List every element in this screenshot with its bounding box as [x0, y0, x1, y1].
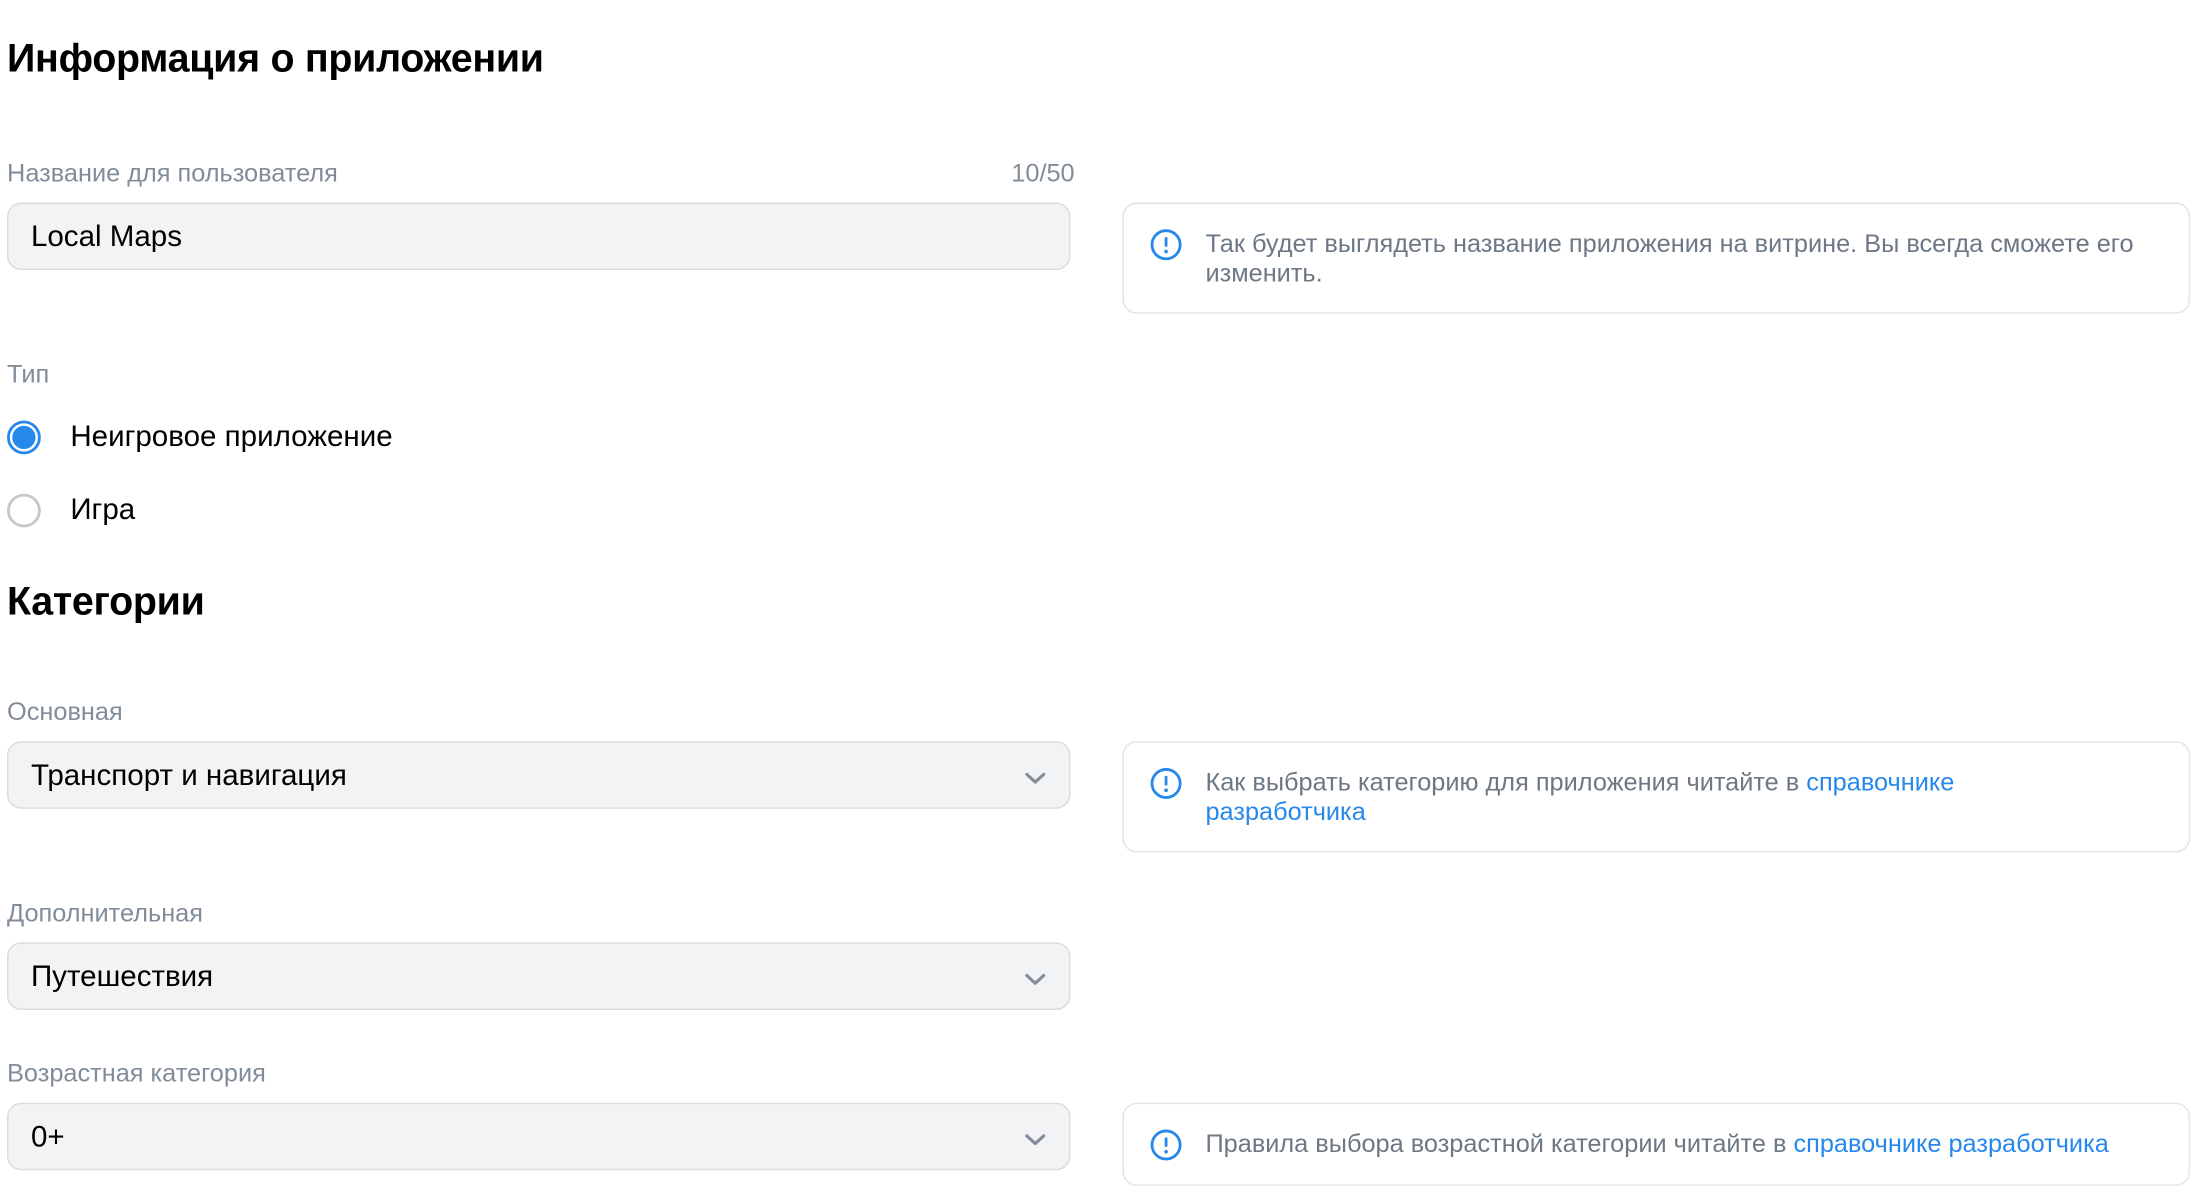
info-circle-icon — [1150, 1129, 1182, 1161]
name-field-label: Название для пользователя — [7, 158, 338, 188]
name-hint-text: Так будет выглядеть название приложения … — [1205, 229, 2134, 287]
age-category-value: 0+ — [30, 1121, 65, 1154]
radio-label-non-game: Неигровое приложение — [70, 420, 393, 453]
chevron-down-icon — [1025, 772, 1046, 784]
primary-category-select[interactable]: Транспорт и навигация — [7, 741, 1071, 809]
secondary-category-value: Путешествия — [30, 960, 214, 994]
primary-category-label: Основная — [7, 697, 123, 726]
name-char-counter: 10/50 — [1011, 158, 1075, 188]
age-category-select[interactable]: 0+ — [7, 1102, 1071, 1171]
radio-game[interactable]: Игра — [7, 493, 136, 528]
developer-guide-link[interactable]: справочнике разработчика — [1793, 1129, 2108, 1157]
secondary-category-select[interactable]: Путешествия — [7, 942, 1071, 1010]
name-hint-box: Так будет выглядеть название приложения … — [1122, 202, 2191, 314]
category-hint-text: Как выбрать категорию для приложения чит… — [1205, 768, 2033, 827]
type-label: Тип — [7, 360, 50, 389]
category-hint-text-plain: Как выбрать категорию для приложения чит… — [1205, 768, 1807, 797]
age-category-label: Возрастная категория — [7, 1059, 266, 1088]
radio-label-game: Игра — [70, 493, 136, 527]
primary-category-value: Транспорт и навигация — [30, 759, 347, 792]
radio-checked-icon — [7, 420, 41, 455]
radio-non-game-app[interactable]: Неигровое приложение — [7, 420, 393, 455]
section-title-app-info: Информация о приложении — [7, 36, 544, 81]
age-hint-text: Правила выбора возрастной категории чита… — [1205, 1129, 2174, 1159]
chevron-down-icon — [1025, 973, 1046, 985]
info-circle-icon — [1150, 768, 1182, 799]
radio-unchecked-icon — [7, 493, 41, 528]
app-name-value: Local Maps — [30, 220, 183, 254]
secondary-category-label: Дополнительная — [7, 898, 203, 927]
app-info-form: Информация о приложении Название для пол… — [0, 0, 2196, 1194]
section-title-categories: Категории — [7, 579, 205, 624]
category-hint-box: Как выбрать категорию для приложения чит… — [1122, 741, 2191, 853]
app-name-input[interactable]: Local Maps — [7, 202, 1071, 271]
chevron-down-icon — [1025, 1134, 1046, 1146]
age-hint-box: Правила выбора возрастной категории чита… — [1122, 1102, 2191, 1186]
age-hint-text-plain: Правила выбора возрастной категории чита… — [1205, 1129, 1794, 1158]
info-circle-icon — [1150, 229, 1182, 261]
